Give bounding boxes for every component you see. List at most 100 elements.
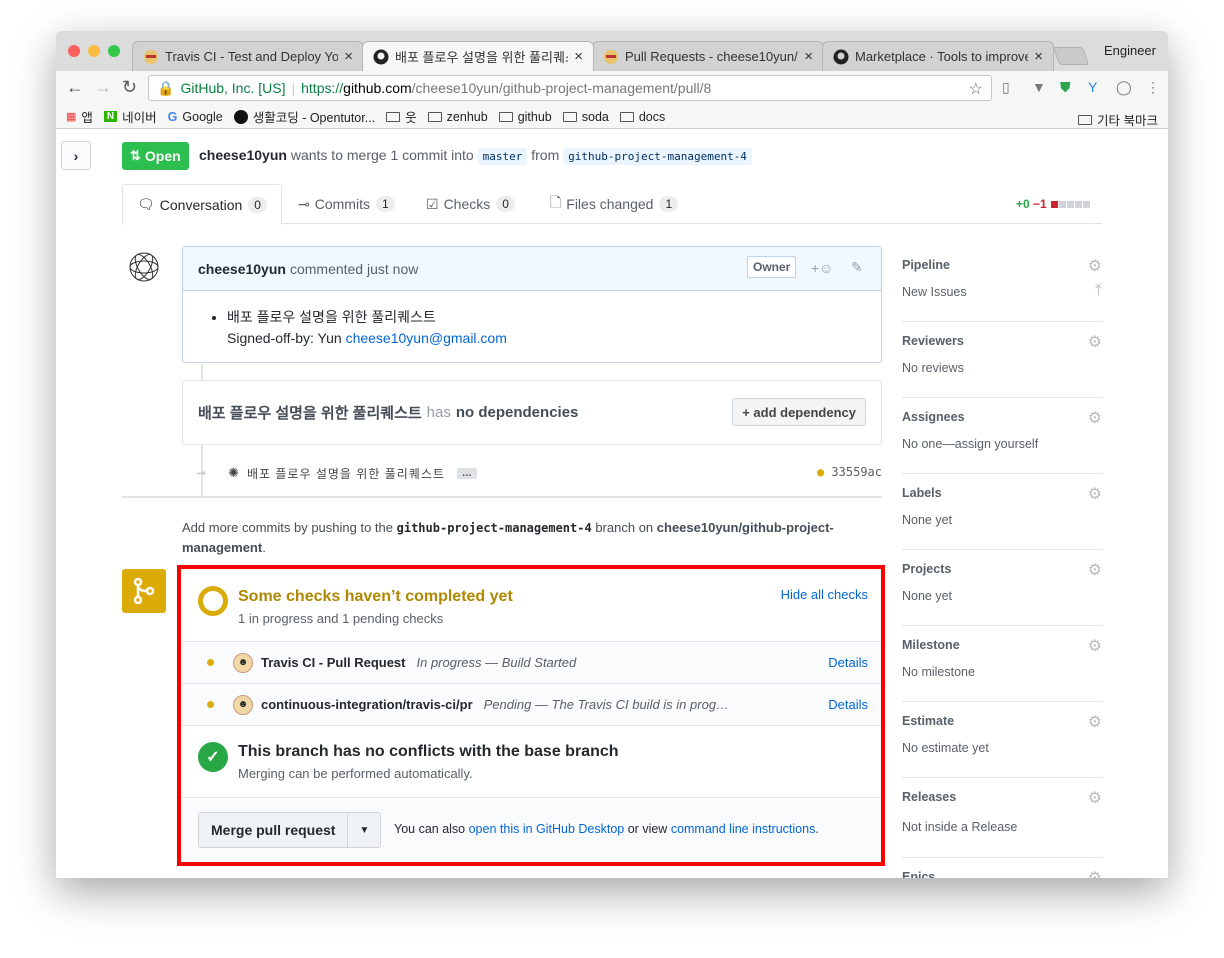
gear-icon[interactable]: ⚙ xyxy=(1088,788,1102,808)
merge-pull-request-button[interactable]: Merge pull request xyxy=(199,813,349,847)
check-details-link[interactable]: Details xyxy=(828,655,868,670)
extension-y-icon[interactable]: Y xyxy=(1088,79,1097,95)
edit-pencil-icon[interactable]: ✎ xyxy=(851,259,863,276)
bookmark-folder-zenhub[interactable]: zenhub xyxy=(427,110,488,124)
comment-bullet: 배포 플로우 설명을 위한 풀리퀘스트 xyxy=(227,307,861,328)
diff-deletions: −1 xyxy=(1033,197,1047,211)
base-branch[interactable]: master xyxy=(477,148,528,165)
forward-arrow-icon[interactable]: → xyxy=(94,77,112,98)
minimize-window-button[interactable] xyxy=(88,45,100,57)
browser-tab-marketplace[interactable]: Marketplace · Tools to improve × xyxy=(822,41,1054,71)
tab-checks[interactable]: ☑ Checks 0 xyxy=(412,184,529,224)
comment-author[interactable]: cheese10yun xyxy=(198,261,286,277)
bookmark-label: 앱 xyxy=(81,111,93,125)
tab-commits[interactable]: ⊸ Commits 1 xyxy=(284,184,409,224)
commit-expand-button[interactable]: … xyxy=(456,467,477,479)
close-tab-icon[interactable]: × xyxy=(344,48,353,65)
gear-icon[interactable]: ⚙ xyxy=(1088,560,1102,580)
author-avatar[interactable] xyxy=(128,251,160,283)
commit-sha[interactable]: ● 33559ac xyxy=(817,465,882,479)
gear-icon[interactable]: ⚙ xyxy=(1088,256,1102,276)
bookmark-folder-soda[interactable]: soda xyxy=(562,110,609,124)
diffstat-block xyxy=(1051,201,1059,208)
commit-message[interactable]: 배포 플로우 설명을 위한 풀리퀘스트 xyxy=(247,465,445,482)
tab-title: Marketplace · Tools to improve xyxy=(855,49,1029,64)
add-reaction-icon[interactable]: +☺ xyxy=(811,260,833,276)
check-name: Travis CI - Pull Request xyxy=(261,655,406,670)
email-link[interactable]: cheese10yun@gmail.com xyxy=(346,330,507,346)
hide-all-checks-link[interactable]: Hide all checks xyxy=(781,587,868,602)
bookmark-naver[interactable]: N 네이버 xyxy=(103,107,157,126)
reader-icon[interactable]: ▯ xyxy=(1002,79,1010,96)
tab-files-changed[interactable]: 🗋 Files changed 1 xyxy=(536,184,692,224)
profile-name[interactable]: Engineer xyxy=(1104,43,1156,58)
merge-note-prefix: You can also xyxy=(394,822,466,836)
bookmarks-bar: ▦ 앱 N 네이버 G Google 생활코딩 - Opentutor... 웃 ze… xyxy=(56,105,1168,129)
bookmark-folder-docs[interactable]: docs xyxy=(619,110,665,124)
close-tab-icon[interactable]: × xyxy=(574,48,583,65)
close-window-button[interactable] xyxy=(68,45,80,57)
merge-options-caret-icon[interactable]: ▼ xyxy=(348,813,380,847)
commit-author-avatar: ✺ xyxy=(228,465,239,480)
move-to-top-icon[interactable]: ⤒ xyxy=(1095,282,1102,300)
check-details-link[interactable]: Details xyxy=(828,697,868,712)
check-item: ☻ continuous-integration/travis-ci/pr Pe… xyxy=(181,684,881,726)
close-tab-icon[interactable]: × xyxy=(1034,48,1043,65)
merge-note-suffix: . xyxy=(815,822,819,836)
browser-tab-pull-requests[interactable]: Pull Requests - cheese10yun/g × xyxy=(592,41,824,71)
close-tab-icon[interactable]: × xyxy=(804,48,813,65)
head-branch[interactable]: github-project-management-4 xyxy=(563,148,752,165)
new-tab-button[interactable] xyxy=(1052,47,1090,65)
open-desktop-link[interactable]: open this in GitHub Desktop xyxy=(469,822,625,836)
maximize-window-button[interactable] xyxy=(108,45,120,57)
reload-icon[interactable]: ↻ xyxy=(122,77,137,98)
browser-tab-travis[interactable]: Travis CI - Test and Deploy You × xyxy=(132,41,364,71)
gear-icon[interactable]: ⚙ xyxy=(1088,484,1102,504)
gear-icon[interactable]: ⚙ xyxy=(1088,332,1102,352)
gear-icon[interactable]: ⚙ xyxy=(1088,408,1102,428)
add-dependency-button[interactable]: + add dependency xyxy=(732,398,866,426)
shield-icon[interactable]: ⛊ xyxy=(1060,79,1071,96)
bookmark-folder[interactable]: 웃 xyxy=(386,107,417,126)
merge-actions: Merge pull request ▼ You can also open t… xyxy=(181,798,881,862)
browser-tab-pull-request[interactable]: 배포 플로우 설명을 위한 풀리퀘스트 × xyxy=(362,41,594,71)
other-bookmarks[interactable]: 기타 북마크 xyxy=(1078,110,1158,129)
folder-icon xyxy=(498,111,513,122)
bookmark-apps[interactable]: ▦ 앱 xyxy=(66,107,93,126)
tab-label: Commits xyxy=(314,196,370,212)
tab-conversation[interactable]: 🗨 Conversation 0 xyxy=(122,184,282,225)
pr-author[interactable]: cheese10yun xyxy=(199,147,287,163)
push-note-branch: github-project-management-4 xyxy=(396,521,592,535)
tab-label: Files changed xyxy=(566,196,654,212)
command-line-link[interactable]: command line instructions xyxy=(671,822,816,836)
opentutorials-icon xyxy=(233,109,248,124)
gear-icon[interactable]: ⚙ xyxy=(1088,636,1102,656)
back-arrow-icon[interactable]: ← xyxy=(66,77,84,98)
menu-kebab-icon[interactable]: ⋮ xyxy=(1146,79,1160,96)
travis-icon: ☻ xyxy=(233,694,253,715)
bookmark-google[interactable]: G Google xyxy=(168,110,223,124)
sha-text: 33559ac xyxy=(831,465,882,479)
vue-devtools-icon[interactable]: ▼ xyxy=(1032,79,1046,95)
tab-title: Pull Requests - cheese10yun/g xyxy=(625,49,799,64)
sidebar-value[interactable]: No one—assign yourself xyxy=(902,437,1038,451)
pr-comment: cheese10yun commented just now Owner +☺ … xyxy=(182,246,882,363)
dependency-box: 배포 플로우 설명을 위한 풀리퀘스트 has no dependencies … xyxy=(182,380,882,445)
gear-icon[interactable]: ⚙ xyxy=(1088,868,1102,878)
url-scheme: https:// xyxy=(301,80,344,96)
commit-row: ⊸ ✺ 배포 플로우 설명을 위한 풀리퀘스트 … ● 33559ac xyxy=(196,463,886,483)
folder-icon xyxy=(619,111,634,122)
extension-circle-icon[interactable]: ◯ xyxy=(1116,79,1132,96)
secure-label: GitHub, Inc. [US] xyxy=(180,80,286,96)
bookmark-folder-github[interactable]: github xyxy=(498,110,552,124)
sidebar-toggle-button[interactable]: › xyxy=(61,141,91,170)
bookmark-opentutorials[interactable]: 생활코딩 - Opentutor... xyxy=(233,107,375,126)
sidebar-reviewers: Reviewers No reviews ⚙ xyxy=(902,322,1102,398)
diffstat-block xyxy=(1083,201,1091,208)
address-bar[interactable]: 🔒 GitHub, Inc. [US] | https:// github.co… xyxy=(148,75,992,101)
tab-count: 0 xyxy=(248,196,267,213)
bookmark-star-icon[interactable]: ☆ xyxy=(969,79,983,99)
sidebar-labels: Labels None yet ⚙ xyxy=(902,474,1102,550)
sidebar-value: None yet xyxy=(902,589,953,603)
gear-icon[interactable]: ⚙ xyxy=(1088,712,1102,732)
